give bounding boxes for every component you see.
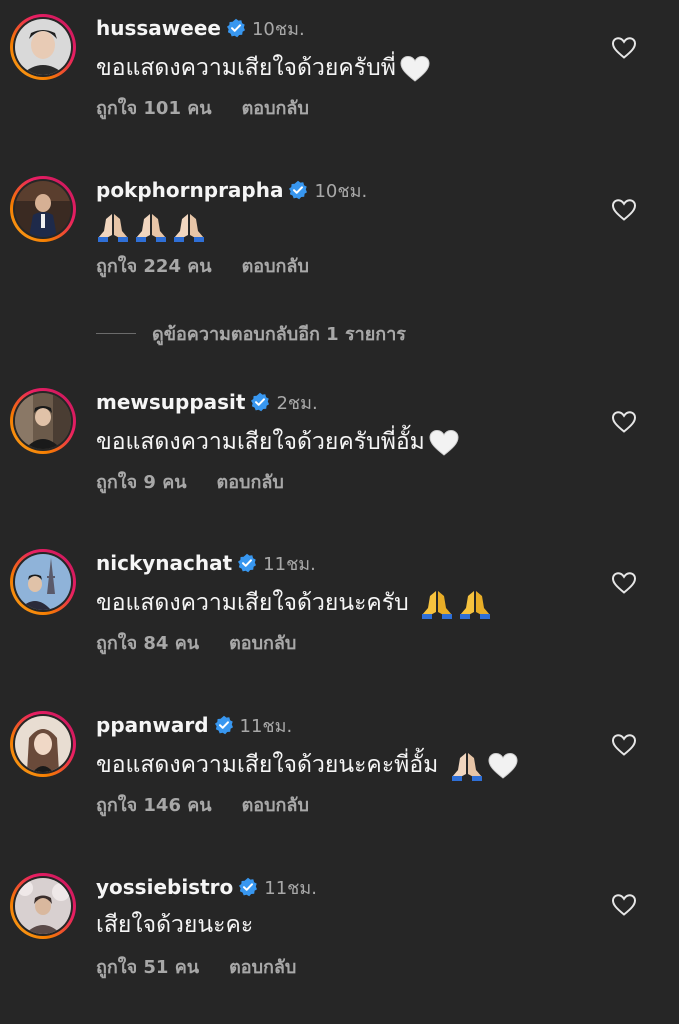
comment-header: mewsuppasit 2ชม. xyxy=(96,387,318,417)
heart-outline-icon[interactable] xyxy=(611,198,637,222)
comment-text: ขอแสดงความเสียใจด้วยครับพี่ xyxy=(96,55,396,81)
comment-text-line: ขอแสดงความเสียใจด้วยครับพี่อั้ม xyxy=(96,424,459,460)
comment-header: pokphornprapha 10ชม. xyxy=(96,175,367,205)
avatar[interactable] xyxy=(10,388,76,454)
comment-time: 10ชม. xyxy=(251,18,305,40)
avatar[interactable] xyxy=(10,14,76,80)
reply-button[interactable]: ตอบกลับ xyxy=(229,957,296,978)
comment-text: เสียใจด้วยนะคะ xyxy=(96,912,254,938)
verified-badge-icon xyxy=(289,180,308,200)
verified-badge-icon xyxy=(226,18,245,38)
white-heart-emoji xyxy=(400,55,430,82)
comment-header: hussaweee 10ชม. xyxy=(96,13,305,43)
comment-text-line: ขอแสดงความเสียใจด้วยนะคะพี่อั้ม xyxy=(96,747,518,783)
comment-time: 2ชม. xyxy=(276,392,318,414)
comment-header: yossiebistro 11ชม. xyxy=(96,872,317,902)
comment-text-line: ขอแสดงความเสียใจด้วยครับพี่ xyxy=(96,50,430,86)
folded-hands-emoji xyxy=(460,590,491,619)
comment-time: 10ชม. xyxy=(314,180,368,202)
comment-text: ขอแสดงความเสียใจด้วยนะคะพี่อั้ม xyxy=(96,752,446,778)
verified-badge-icon xyxy=(238,553,257,573)
username[interactable]: ppanward xyxy=(96,713,209,737)
comment-meta: ถูกใจ 51 คน ตอบกลับ xyxy=(96,955,296,981)
likes-count[interactable]: ถูกใจ 51 คน xyxy=(96,957,199,978)
comment-text-line: เสียใจด้วยนะคะ xyxy=(96,907,253,943)
reply-button[interactable]: ตอบกลับ xyxy=(242,256,309,277)
heart-outline-icon[interactable] xyxy=(611,893,637,917)
comment-time: 11ชม. xyxy=(264,877,317,899)
avatar[interactable] xyxy=(10,176,76,242)
avatar[interactable] xyxy=(10,549,76,615)
view-replies-button[interactable]: ดูข้อความตอบกลับอีก 1 รายการ xyxy=(96,318,406,348)
comment-meta: ถูกใจ 224 คน ตอบกลับ xyxy=(96,254,309,280)
avatar[interactable] xyxy=(10,711,76,777)
folded-hands-emoji xyxy=(136,213,166,242)
comment-header: ppanward 11ชม. xyxy=(96,710,292,740)
likes-count[interactable]: ถูกใจ 224 คน xyxy=(96,256,212,277)
divider xyxy=(96,332,136,334)
comment-text-line xyxy=(96,208,206,244)
verified-badge-icon xyxy=(239,877,258,897)
comments-list: hussaweee 10ชม. ขอแสดงความเสียใจด้วยครับ… xyxy=(0,0,679,1024)
likes-count[interactable]: ถูกใจ 84 คน xyxy=(96,633,199,654)
username[interactable]: yossiebistro xyxy=(96,875,233,899)
view-replies-label: ดูข้อความตอบกลับอีก 1 รายการ xyxy=(152,323,406,345)
reply-button[interactable]: ตอบกลับ xyxy=(242,98,309,119)
folded-hands-emoji xyxy=(451,752,482,781)
heart-outline-icon[interactable] xyxy=(611,410,637,434)
comment-meta: ถูกใจ 9 คน ตอบกลับ xyxy=(96,470,284,496)
username[interactable]: nickynachat xyxy=(96,551,232,575)
white-heart-emoji xyxy=(488,752,518,779)
reply-button[interactable]: ตอบกลับ xyxy=(217,472,284,493)
comment-header: nickynachat 11ชม. xyxy=(96,548,316,578)
likes-count[interactable]: ถูกใจ 101 คน xyxy=(96,98,212,119)
reply-button[interactable]: ตอบกลับ xyxy=(229,633,296,654)
folded-hands-emoji xyxy=(98,213,128,242)
verified-badge-icon xyxy=(251,392,270,412)
username[interactable]: mewsuppasit xyxy=(96,390,245,414)
username[interactable]: pokphornprapha xyxy=(96,178,283,202)
avatar[interactable] xyxy=(10,873,76,939)
verified-badge-icon xyxy=(214,715,233,735)
heart-outline-icon[interactable] xyxy=(611,571,637,595)
heart-outline-icon[interactable] xyxy=(611,733,637,757)
comment-text-line: ขอแสดงความเสียใจด้วยนะครับ xyxy=(96,585,492,621)
comment-text: ขอแสดงความเสียใจด้วยนะครับ xyxy=(96,590,417,616)
comment-meta: ถูกใจ 101 คน ตอบกลับ xyxy=(96,96,309,122)
username[interactable]: hussaweee xyxy=(96,16,221,40)
likes-count[interactable]: ถูกใจ 9 คน xyxy=(96,472,187,493)
likes-count[interactable]: ถูกใจ 146 คน xyxy=(96,795,212,816)
white-heart-emoji xyxy=(429,429,459,456)
reply-button[interactable]: ตอบกลับ xyxy=(242,795,309,816)
comment-time: 11ชม. xyxy=(239,715,293,737)
comment-text: ขอแสดงความเสียใจด้วยครับพี่อั้ม xyxy=(96,429,425,455)
folded-hands-emoji xyxy=(422,590,453,619)
comment-meta: ถูกใจ 146 คน ตอบกลับ xyxy=(96,793,309,819)
comment-time: 11ชม. xyxy=(263,553,316,575)
folded-hands-emoji xyxy=(174,213,204,242)
comment-meta: ถูกใจ 84 คน ตอบกลับ xyxy=(96,631,296,657)
heart-outline-icon[interactable] xyxy=(611,36,637,60)
